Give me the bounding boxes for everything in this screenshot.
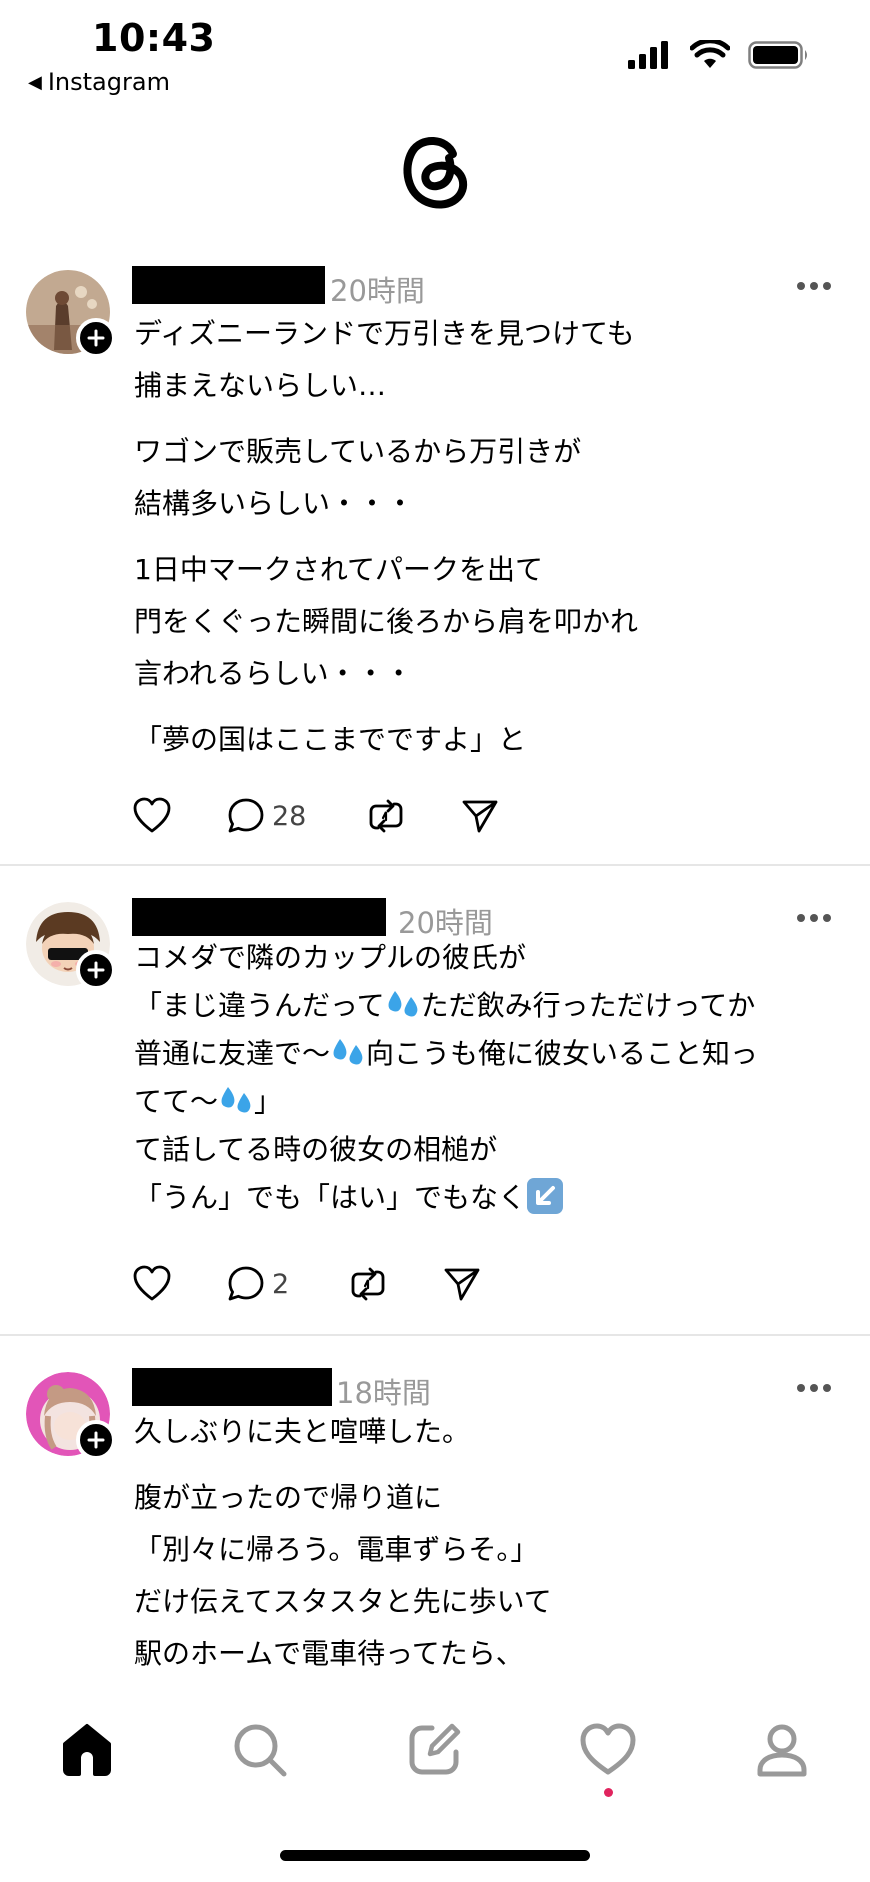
post-line-text: 普通に友達で〜 [134,1037,331,1070]
post-line: 駅のホームで電車待ってたら、 [134,1637,524,1670]
profile-icon[interactable] [752,1720,812,1780]
post-line: て話してる時の彼女の相槌が [134,1133,498,1166]
post-actions: 28 [132,794,520,838]
post-divider [0,864,870,866]
reply-count: 28 [272,800,307,832]
back-to-instagram-link[interactable]: ◀ Instagram [28,68,170,96]
redacted-username[interactable] [132,266,325,304]
reply-button[interactable]: 2 [226,1262,348,1306]
post-line: 「うん」でも「はい」でもなく [134,1174,854,1222]
post-2: 20時間 コメダで隣のカップルの彼氏が 「まじ違うんだって ただ飲み行っただけって… [0,892,870,1322]
post-line-text: 「うん」でも「はい」でもなく [134,1181,527,1214]
notification-dot [604,1788,613,1797]
post-paragraph: 腹が立ったので帰り道に 「別々に帰ろう。電車ずらそ。」 だけ伝えてスタスタと先に… [134,1472,854,1680]
follow-plus-button[interactable] [76,1420,116,1460]
post-3-avatar-wrap [26,1372,116,1460]
post-divider [0,1334,870,1336]
post-line-text: ただ飲み行っただけってか [420,989,756,1022]
battery-icon [748,41,807,69]
more-options-icon[interactable] [796,1382,832,1394]
post-line: 結構多いらしい・・・ [134,487,415,520]
repost-button[interactable] [366,794,460,838]
post-body: ディズニーランドで万引きを見つけても 捕まえないらしい… ワゴンで販売しているか… [134,308,854,780]
status-bar: 10:43 ◀ Instagram [0,0,870,100]
like-button[interactable] [132,794,226,838]
post-paragraph: 久しぶりに夫と喧嘩した。 [134,1406,854,1458]
back-arrow-icon: ◀ [28,71,42,93]
home-icon[interactable] [57,1720,117,1780]
post-line: 1日中マークされてパークを出て [134,553,543,586]
sweat-drops-icon [221,1087,251,1113]
post-line: だけ伝えてスタスタと先に歩いて [134,1585,552,1618]
sweat-drops-icon [388,991,418,1017]
threads-logo[interactable] [395,128,475,212]
bottom-nav [0,1700,870,1810]
post-2-avatar-wrap [26,902,116,990]
post-actions: 2 [132,1262,502,1306]
like-button[interactable] [132,1262,226,1306]
post-paragraph: 1日中マークされてパークを出て 門をくぐった瞬間に後ろから肩を叩かれ 言われるら… [134,544,854,700]
post-line-text: 」 [254,1085,283,1118]
sweat-drops-icon [333,1039,363,1065]
redacted-username[interactable] [132,898,386,936]
search-icon[interactable] [230,1720,290,1780]
post-line-text: 「まじ違うんだって [134,989,385,1022]
post-line: 言われるらしい・・・ [134,657,413,690]
more-options-icon[interactable] [796,280,832,292]
heart-icon [133,797,171,833]
post-body: コメダで隣のカップルの彼氏が 「まじ違うんだって ただ飲み行っただけってか 普通に… [134,934,854,1222]
home-indicator [280,1850,590,1861]
wifi-icon [690,40,730,68]
send-icon [444,1268,480,1301]
activity-icon[interactable] [578,1720,638,1780]
reply-button[interactable]: 28 [226,794,366,838]
post-paragraph: ディズニーランドで万引きを見つけても 捕まえないらしい… [134,308,854,412]
post-line: 「まじ違うんだって ただ飲み行っただけってか [134,982,854,1030]
share-button[interactable] [460,794,520,838]
follow-plus-button[interactable] [76,318,116,358]
comment-icon [228,798,264,833]
plus-icon [87,1431,105,1449]
post-line-text: 向こうも俺に彼女いること知っ [366,1037,759,1070]
post-line: コメダで隣のカップルの彼氏が [134,941,527,974]
heart-icon [133,1265,171,1301]
back-app-label: Instagram [47,68,170,96]
repost-icon [369,799,403,833]
repost-button[interactable] [348,1262,442,1306]
post-line: てて〜 」 [134,1078,854,1126]
post-line: ワゴンで販売しているから万引きが [134,435,582,468]
reply-count: 2 [272,1268,290,1300]
share-button[interactable] [442,1262,502,1306]
status-icons [628,40,810,70]
send-icon [462,800,498,833]
post-3: 18時間 久しぶりに夫と喧嘩した。 腹が立ったので帰り道に 「別々に帰ろう。電車… [0,1362,870,1692]
status-time: 10:43 [92,16,216,60]
post-line: 普通に友達で〜 向こうも俺に彼女いること知っ [134,1030,854,1078]
plus-icon [87,329,105,347]
post-line: 捕まえないらしい… [134,369,387,402]
post-body: 久しぶりに夫と喧嘩した。 腹が立ったので帰り道に 「別々に帰ろう。電車ずらそ。」… [134,1406,854,1694]
follow-plus-button[interactable] [76,950,116,990]
comment-icon [228,1266,264,1301]
post-paragraph: 「夢の国はここまでですよ」と [134,714,854,766]
post-line: 「夢の国はここまでですよ」と [134,723,527,756]
redacted-username[interactable] [132,1368,332,1406]
post-line: 「別々に帰ろう。電車ずらそ。」 [134,1533,539,1566]
post-1-avatar-wrap [26,270,116,358]
post-line: ディズニーランドで万引きを見つけても [134,317,635,350]
post-line: 久しぶりに夫と喧嘩した。 [134,1415,471,1448]
plus-icon [87,961,105,979]
repost-icon [351,1267,385,1301]
post-line: 門をくぐった瞬間に後ろから肩を叩かれ [134,605,639,638]
down-left-arrow-icon [527,1178,564,1214]
compose-icon[interactable] [404,1720,464,1780]
post-line-text: てて〜 [134,1085,219,1118]
post-line: 腹が立ったので帰り道に [134,1481,443,1514]
post-paragraph: ワゴンで販売しているから万引きが 結構多いらしい・・・ [134,426,854,530]
more-options-icon[interactable] [796,912,832,924]
post-1: 20時間 ディズニーランドで万引きを見つけても 捕まえないらしい… ワゴンで販売… [0,260,870,860]
post-time: 20時間 [330,274,425,308]
signal-icon [628,41,668,69]
